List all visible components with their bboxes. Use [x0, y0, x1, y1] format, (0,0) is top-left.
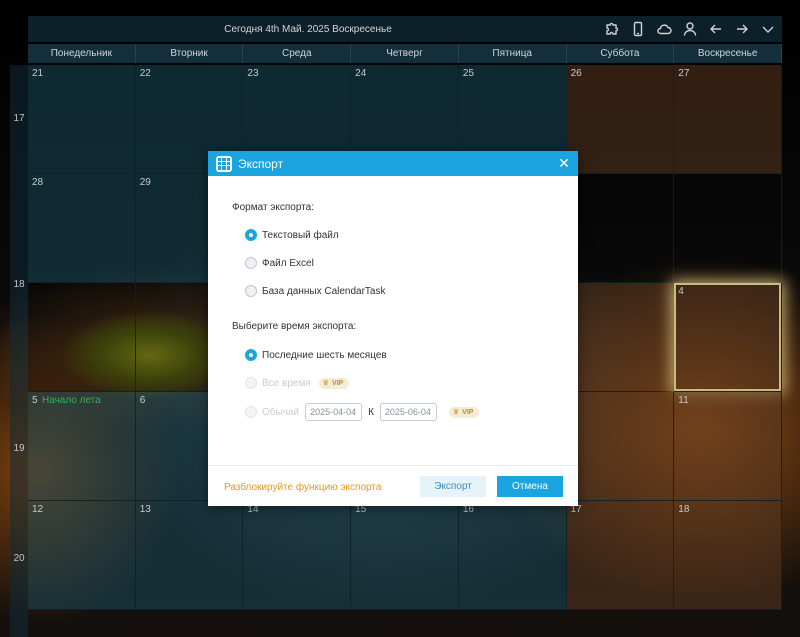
- vip-badge: ♛ VIP: [448, 406, 480, 418]
- dialog-header: Экспорт ✕: [208, 151, 578, 176]
- radio-button[interactable]: [245, 377, 257, 389]
- radio-button[interactable]: [245, 257, 257, 269]
- time-option-six-months[interactable]: Последние шесть месяцев: [245, 349, 387, 361]
- radio-button[interactable]: [245, 229, 257, 241]
- option-label: Файл Excel: [262, 257, 314, 269]
- dialog-title: Экспорт: [238, 156, 284, 171]
- unlock-export-link[interactable]: Разблокируйте функцию экспорта: [224, 482, 381, 493]
- time-option-all[interactable]: Все время ♛ VIP: [245, 377, 350, 389]
- format-option-excel[interactable]: Файл Excel: [245, 257, 314, 269]
- option-label: Обычай: [262, 406, 300, 418]
- close-icon[interactable]: ✕: [556, 155, 572, 171]
- format-option-text[interactable]: Текстовый файл: [245, 229, 339, 241]
- date-separator: К: [368, 406, 374, 418]
- export-button[interactable]: Экспорт: [420, 476, 486, 497]
- cancel-button[interactable]: Отмена: [497, 476, 563, 497]
- crown-icon: ♛: [452, 409, 460, 416]
- time-label: Выберите время экспорта:: [232, 321, 357, 332]
- vip-badge: ♛ VIP: [318, 377, 350, 389]
- export-dialog: Экспорт ✕ Формат экспорта: Текстовый фай…: [208, 151, 578, 506]
- calendar-app-icon: [216, 155, 232, 172]
- option-label: База данных CalendarTask: [262, 285, 386, 297]
- option-label: Текстовый файл: [262, 229, 339, 241]
- radio-button[interactable]: [245, 349, 257, 361]
- option-label: Последние шесть месяцев: [262, 349, 387, 361]
- date-to-input[interactable]: [379, 403, 437, 421]
- radio-button[interactable]: [245, 406, 257, 418]
- time-option-custom[interactable]: Обычай К ♛VIP: [245, 403, 480, 421]
- radio-button[interactable]: [245, 285, 257, 297]
- option-label: Все время: [262, 377, 311, 389]
- crown-icon: ♛: [322, 380, 330, 387]
- date-from-input[interactable]: [305, 403, 363, 421]
- format-label: Формат экспорта:: [232, 202, 315, 213]
- footer-divider: [208, 465, 578, 466]
- format-option-database[interactable]: База данных CalendarTask: [245, 285, 386, 297]
